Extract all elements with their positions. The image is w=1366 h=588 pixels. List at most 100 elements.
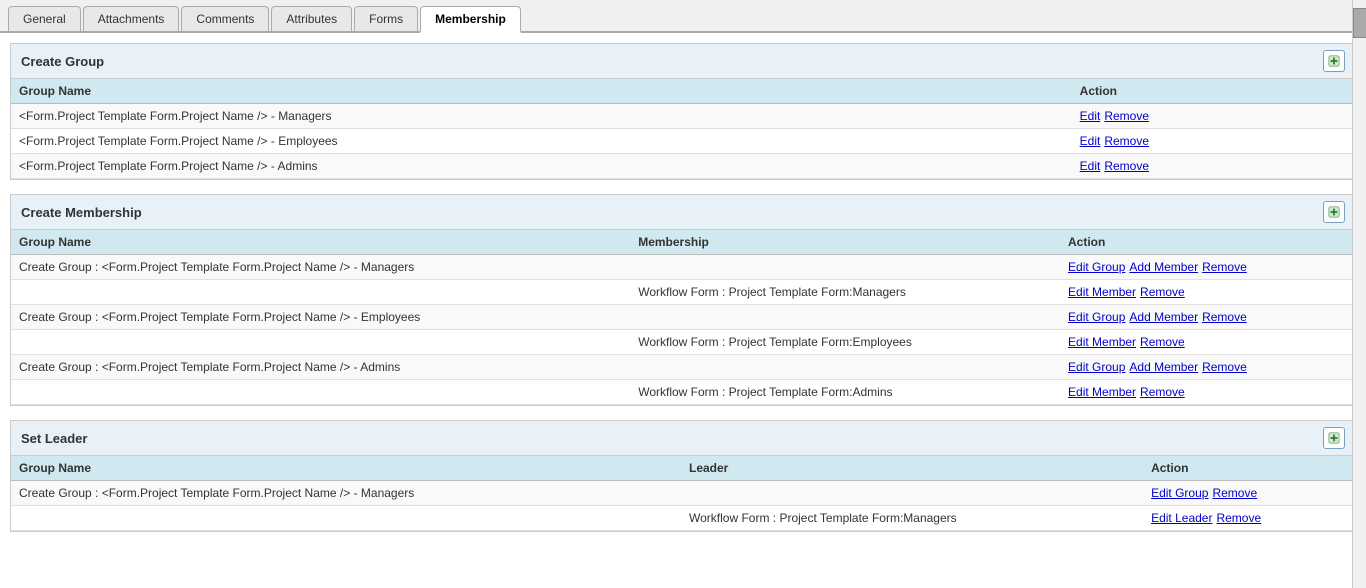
edit-link[interactable]: Edit <box>1080 109 1101 123</box>
action-cell: Edit Member Remove <box>1060 280 1355 305</box>
remove-link[interactable]: Remove <box>1140 335 1185 349</box>
action-cell: Edit Group Add Member Remove <box>1060 355 1355 380</box>
col-leader: Leader <box>681 456 1143 481</box>
create-membership-section: Create Membership Group Name Membership … <box>10 194 1356 406</box>
col-action: Action <box>1143 456 1355 481</box>
action-cell: Edit Group Add Member Remove <box>1060 305 1355 330</box>
create-group-title: Create Group <box>21 54 104 69</box>
col-group-name: Group Name <box>11 230 630 255</box>
group-name-cell: <Form.Project Template Form.Project Name… <box>11 154 1072 179</box>
membership-cell <box>630 355 1060 380</box>
group-name-cell: Create Group : <Form.Project Template Fo… <box>11 255 630 280</box>
edit-member-link[interactable]: Edit Member <box>1068 335 1136 349</box>
action-cell: Edit Leader Remove <box>1143 506 1355 531</box>
col-action: Action <box>1060 230 1355 255</box>
group-name-cell <box>11 380 630 405</box>
action-cell: Edit Group Add Member Remove <box>1060 255 1355 280</box>
edit-leader-link[interactable]: Edit Leader <box>1151 511 1212 525</box>
col-membership: Membership <box>630 230 1060 255</box>
action-cell: Edit Member Remove <box>1060 330 1355 355</box>
create-membership-header: Create Membership <box>11 195 1355 230</box>
action-cell: Edit Group Remove <box>1143 481 1355 506</box>
action-cell: EditRemove <box>1072 104 1355 129</box>
edit-group-link[interactable]: Edit Group <box>1151 486 1208 500</box>
edit-group-link[interactable]: Edit Group <box>1068 260 1125 274</box>
remove-link[interactable]: Remove <box>1104 159 1149 173</box>
tab-forms[interactable]: Forms <box>354 6 418 31</box>
group-name-cell <box>11 280 630 305</box>
edit-member-link[interactable]: Edit Member <box>1068 385 1136 399</box>
set-leader-add-button[interactable] <box>1323 427 1345 449</box>
remove-link[interactable]: Remove <box>1202 260 1247 274</box>
col-action: Action <box>1072 79 1355 104</box>
table-row: Create Group : <Form.Project Template Fo… <box>11 355 1355 380</box>
leader-cell: Workflow Form : Project Template Form:Ma… <box>681 506 1143 531</box>
action-cell: Edit Member Remove <box>1060 380 1355 405</box>
leader-cell <box>681 481 1143 506</box>
tab-attributes[interactable]: Attributes <box>271 6 352 31</box>
scrollbar[interactable] <box>1352 0 1366 588</box>
group-name-cell: <Form.Project Template Form.Project Name… <box>11 104 1072 129</box>
table-row: Create Group : <Form.Project Template Fo… <box>11 305 1355 330</box>
tabs-bar: GeneralAttachmentsCommentsAttributesForm… <box>0 0 1366 33</box>
edit-group-link[interactable]: Edit Group <box>1068 310 1125 324</box>
edit-link[interactable]: Edit <box>1080 134 1101 148</box>
tab-general[interactable]: General <box>8 6 81 31</box>
action-cell: EditRemove <box>1072 154 1355 179</box>
remove-link[interactable]: Remove <box>1212 486 1257 500</box>
add-member-link[interactable]: Add Member <box>1129 360 1198 374</box>
add-member-link[interactable]: Add Member <box>1129 260 1198 274</box>
table-row: Workflow Form : Project Template Form:Ad… <box>11 380 1355 405</box>
group-name-cell <box>11 506 681 531</box>
create-membership-add-button[interactable] <box>1323 201 1345 223</box>
group-name-cell: Create Group : <Form.Project Template Fo… <box>11 481 681 506</box>
table-row: Create Group : <Form.Project Template Fo… <box>11 255 1355 280</box>
set-leader-header-row: Group Name Leader Action <box>11 456 1355 481</box>
scrollbar-thumb[interactable] <box>1353 8 1366 38</box>
group-name-cell: Create Group : <Form.Project Template Fo… <box>11 305 630 330</box>
edit-link[interactable]: Edit <box>1080 159 1101 173</box>
edit-group-link[interactable]: Edit Group <box>1068 360 1125 374</box>
remove-link[interactable]: Remove <box>1140 385 1185 399</box>
membership-cell: Workflow Form : Project Template Form:Ad… <box>630 380 1060 405</box>
create-group-header-row: Group Name Action <box>11 79 1355 104</box>
table-row: <Form.Project Template Form.Project Name… <box>11 129 1355 154</box>
edit-member-link[interactable]: Edit Member <box>1068 285 1136 299</box>
table-row: Workflow Form : Project Template Form:Em… <box>11 330 1355 355</box>
col-group-name: Group Name <box>11 456 681 481</box>
membership-cell: Workflow Form : Project Template Form:Ma… <box>630 280 1060 305</box>
create-membership-table: Group Name Membership Action Create Grou… <box>11 230 1355 405</box>
tab-attachments[interactable]: Attachments <box>83 6 180 31</box>
create-group-table: Group Name Action <Form.Project Template… <box>11 79 1355 179</box>
col-group-name: Group Name <box>11 79 1072 104</box>
group-name-cell <box>11 330 630 355</box>
add-icon <box>1328 205 1340 219</box>
set-leader-header: Set Leader <box>11 421 1355 456</box>
set-leader-table: Group Name Leader Action Create Group : … <box>11 456 1355 531</box>
membership-cell <box>630 255 1060 280</box>
remove-link[interactable]: Remove <box>1202 360 1247 374</box>
create-group-section: Create Group Group Name Action <Form.Pro… <box>10 43 1356 180</box>
add-icon <box>1328 54 1340 68</box>
add-icon <box>1328 431 1340 445</box>
remove-link[interactable]: Remove <box>1140 285 1185 299</box>
create-group-header: Create Group <box>11 44 1355 79</box>
action-cell: EditRemove <box>1072 129 1355 154</box>
remove-link[interactable]: Remove <box>1104 109 1149 123</box>
set-leader-title: Set Leader <box>21 431 87 446</box>
table-row: <Form.Project Template Form.Project Name… <box>11 154 1355 179</box>
add-member-link[interactable]: Add Member <box>1129 310 1198 324</box>
create-membership-header-row: Group Name Membership Action <box>11 230 1355 255</box>
tab-membership[interactable]: Membership <box>420 6 521 33</box>
remove-link[interactable]: Remove <box>1104 134 1149 148</box>
remove-link[interactable]: Remove <box>1216 511 1261 525</box>
create-group-add-button[interactable] <box>1323 50 1345 72</box>
group-name-cell: Create Group : <Form.Project Template Fo… <box>11 355 630 380</box>
table-row: Workflow Form : Project Template Form:Ma… <box>11 280 1355 305</box>
create-membership-title: Create Membership <box>21 205 142 220</box>
table-row: <Form.Project Template Form.Project Name… <box>11 104 1355 129</box>
membership-cell: Workflow Form : Project Template Form:Em… <box>630 330 1060 355</box>
tab-comments[interactable]: Comments <box>181 6 269 31</box>
content-area: Create Group Group Name Action <Form.Pro… <box>0 33 1366 556</box>
remove-link[interactable]: Remove <box>1202 310 1247 324</box>
